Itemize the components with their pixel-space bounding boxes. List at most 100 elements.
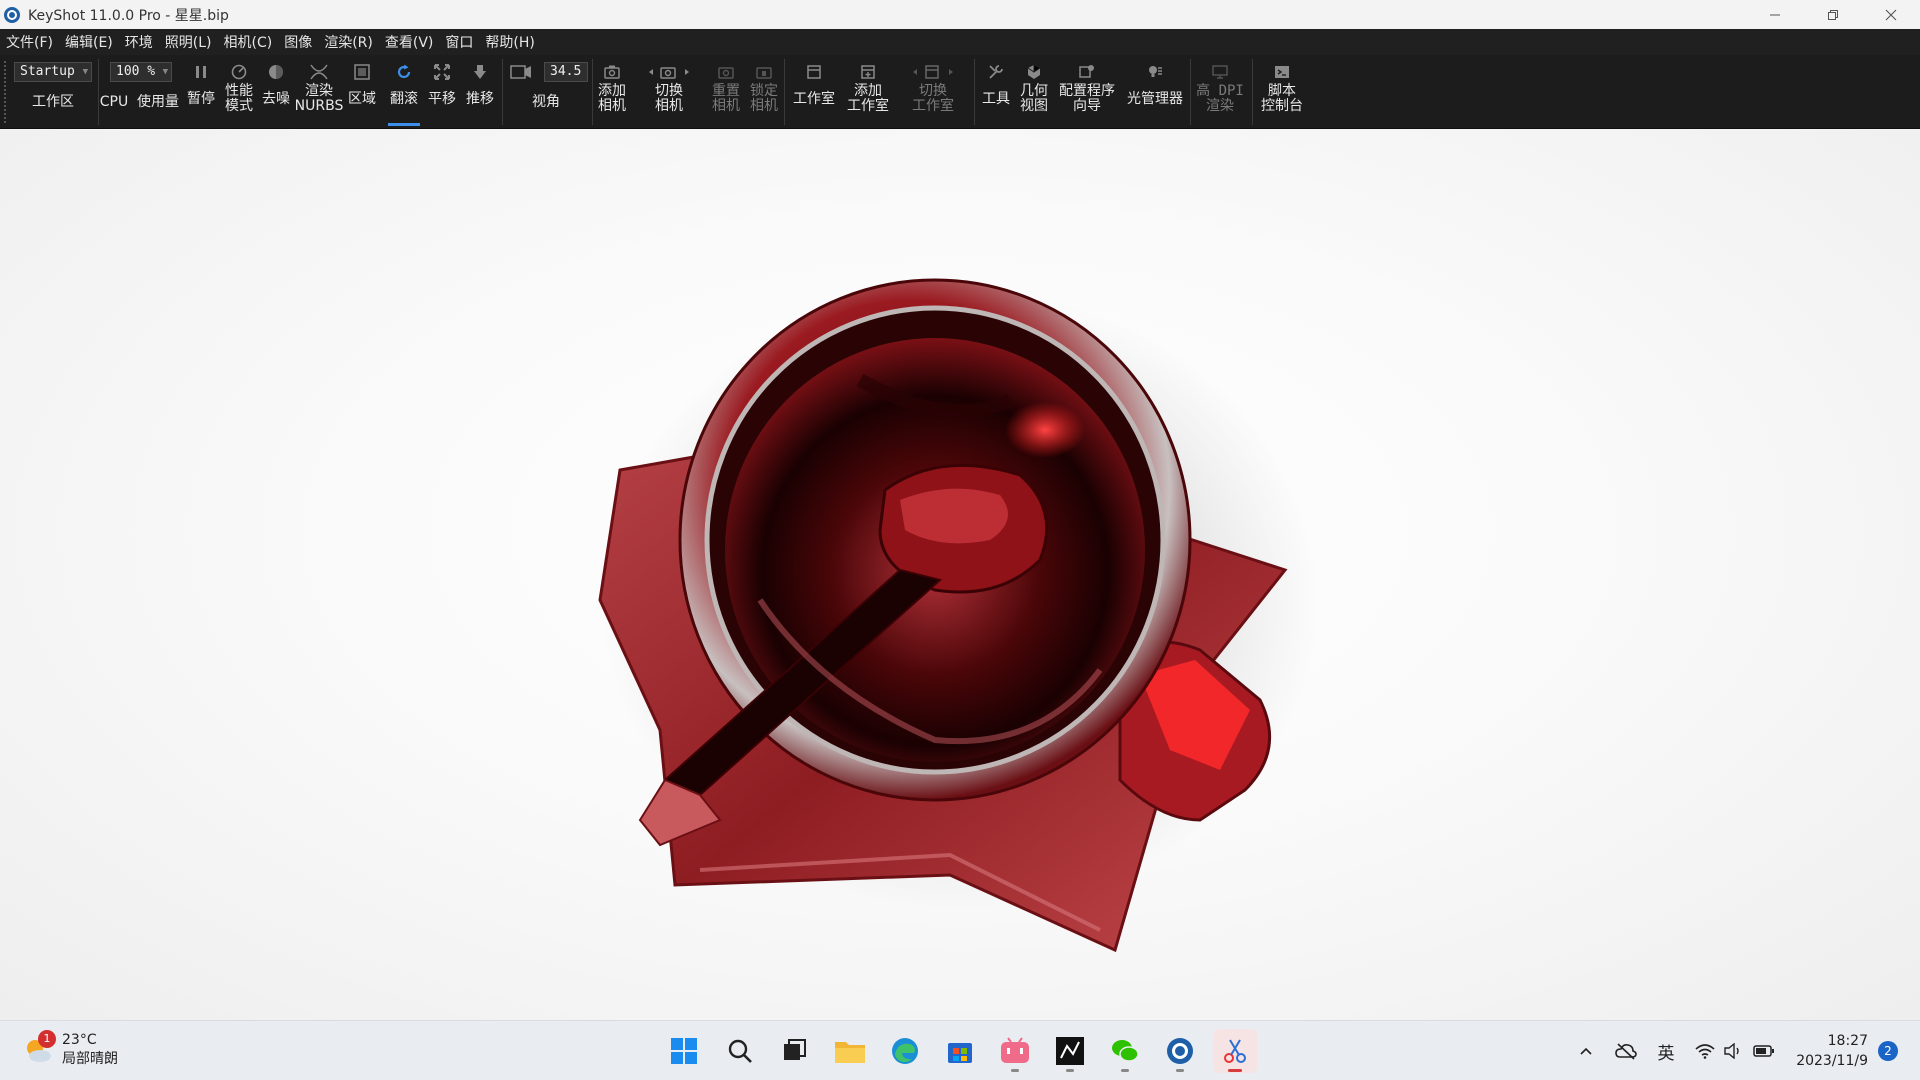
geometry-view-label: 几何 视图 [1020, 83, 1048, 114]
keyshot-icon [1167, 1038, 1193, 1064]
store-button[interactable] [938, 1029, 982, 1073]
minimize-button[interactable] [1746, 0, 1804, 29]
region-button[interactable]: 区域 [344, 55, 380, 129]
fov-label: 视角 [532, 94, 560, 110]
menu-view[interactable]: 查看(V) [385, 32, 434, 52]
denoise-button[interactable]: 去噪 [259, 55, 293, 129]
onedrive-button[interactable] [1614, 1039, 1638, 1063]
restore-icon [1828, 9, 1838, 20]
wifi-icon [1695, 1044, 1715, 1059]
workspace-select[interactable]: Startup ▼ [14, 62, 92, 82]
close-icon [1885, 9, 1897, 20]
geometry-view-icon [1027, 65, 1041, 79]
file-explorer-button[interactable] [828, 1029, 872, 1073]
menu-render[interactable]: 渲染(R) [324, 32, 373, 52]
cpu-usage-select[interactable]: 100 % ▼ [110, 62, 172, 82]
weather-badge: 1 [38, 1030, 56, 1048]
pan-label: 平移 [428, 91, 456, 107]
notification-badge[interactable]: 2 [1878, 1041, 1898, 1061]
search-icon [728, 1039, 752, 1063]
task-view-button[interactable] [772, 1029, 816, 1073]
add-studio-label: 添加 工作室 [847, 83, 889, 114]
bilibili-button[interactable] [993, 1029, 1037, 1073]
studio-button[interactable]: 工作室 [790, 55, 838, 129]
rhino-button[interactable] [1048, 1029, 1092, 1073]
divider [502, 59, 503, 125]
show-hidden-icons-button[interactable] [1578, 1039, 1594, 1063]
tumble-icon [397, 64, 411, 79]
light-manager-button[interactable]: 光管理器 [1124, 55, 1186, 129]
switch-camera-icon [649, 67, 689, 79]
tools-label: 工具 [982, 91, 1010, 107]
menu-image[interactable]: 图像 [284, 32, 312, 52]
lock-camera-button[interactable]: 锁定 相机 [746, 55, 782, 129]
render-viewport[interactable] [0, 130, 1920, 1020]
pause-button[interactable]: 暂停 [184, 55, 218, 129]
cloud-offline-icon [1615, 1043, 1637, 1060]
workspace-value: Startup [20, 64, 75, 79]
hidpi-render-button[interactable]: 高 DPI 渲染 [1194, 55, 1246, 129]
dolly-label: 推移 [466, 91, 494, 107]
wifi-button[interactable] [1694, 1039, 1716, 1063]
battery-button[interactable] [1752, 1039, 1776, 1063]
performance-mode-button[interactable]: 性能 模式 [220, 55, 258, 129]
render-nurbs-button[interactable]: 渲染 NURBS [294, 55, 344, 129]
menu-lighting[interactable]: 照明(L) [165, 32, 212, 52]
performance-mode-label: 性能 模式 [225, 83, 253, 114]
system-clock[interactable]: 18:27 2023/11/9 [1796, 1031, 1868, 1071]
battery-icon [1753, 1045, 1774, 1057]
fov-input[interactable]: 34.5 [544, 62, 588, 82]
close-button[interactable] [1862, 0, 1920, 29]
chevron-up-icon [1580, 1047, 1592, 1055]
input-method-indicator[interactable]: 英 [1656, 1039, 1676, 1064]
snipping-tool-button[interactable] [1213, 1029, 1257, 1073]
lock-camera-icon [756, 67, 772, 79]
add-camera-icon [604, 65, 620, 79]
running-indicator [1066, 1069, 1074, 1072]
edge-button[interactable] [883, 1029, 927, 1073]
weather-temperature: 23°C [62, 1032, 97, 1048]
minimize-icon [1770, 14, 1780, 15]
menu-edit[interactable]: 编辑(E) [65, 32, 113, 52]
windows-start-icon [671, 1038, 697, 1064]
keyshot-button[interactable] [1158, 1029, 1202, 1073]
render-nurbs-label: 渲染 NURBS [294, 83, 344, 114]
hidpi-render-label: 高 DPI 渲染 [1196, 83, 1244, 114]
usage-label: 使用量 [137, 94, 179, 110]
geometry-view-button[interactable]: 几何 视图 [1016, 55, 1052, 129]
menu-environment[interactable]: 环境 [125, 32, 153, 52]
reset-camera-button[interactable]: 重置 相机 [708, 55, 744, 129]
workspace-label-wrap: 工作区 [14, 95, 92, 119]
dolly-button[interactable]: 推移 [462, 55, 498, 129]
search-button[interactable] [718, 1029, 762, 1073]
start-button[interactable] [662, 1029, 706, 1073]
tumble-button[interactable]: 翻滚 [386, 55, 422, 129]
pan-icon [434, 64, 450, 80]
running-indicator [1011, 1069, 1019, 1072]
toolbar-grip[interactable] [4, 61, 6, 123]
menu-file[interactable]: 文件(F) [6, 32, 53, 52]
rendered-model [598, 278, 1320, 953]
add-studio-button[interactable]: 添加 工作室 [842, 55, 894, 129]
add-camera-button[interactable]: 添加 相机 [594, 55, 630, 129]
wechat-button[interactable] [1103, 1029, 1147, 1073]
menu-window[interactable]: 窗口 [445, 32, 473, 52]
configurator-wizard-button[interactable]: 配置程序 向导 [1054, 55, 1120, 129]
fov-value: 34.5 [550, 64, 582, 79]
script-console-button[interactable]: 脚本 控制台 [1256, 55, 1308, 129]
tools-button[interactable]: 工具 [978, 55, 1014, 129]
menu-camera[interactable]: 相机(C) [224, 32, 273, 52]
rhino-icon [1056, 1037, 1084, 1065]
denoise-icon [269, 65, 283, 79]
switch-studio-button[interactable]: 切换 工作室 [900, 55, 966, 129]
reset-camera-icon [718, 67, 734, 79]
menu-help[interactable]: 帮助(H) [485, 32, 534, 52]
ribbon-toolbar: Startup ▼ 工作区 100 % ▼ CPU 使用量 暂停 性能 模式 去… [0, 55, 1920, 129]
switch-camera-button[interactable]: 切换 相机 [636, 55, 702, 129]
pan-button[interactable]: 平移 [424, 55, 460, 129]
keyshot-logo-icon [4, 6, 20, 23]
volume-button[interactable] [1722, 1039, 1744, 1063]
weather-widget[interactable]: 1 23°C 局部晴朗 [22, 1030, 118, 1069]
restore-button[interactable] [1804, 0, 1862, 29]
window-title: KeyShot 11.0.0 Pro - 星星.bip [28, 7, 229, 24]
